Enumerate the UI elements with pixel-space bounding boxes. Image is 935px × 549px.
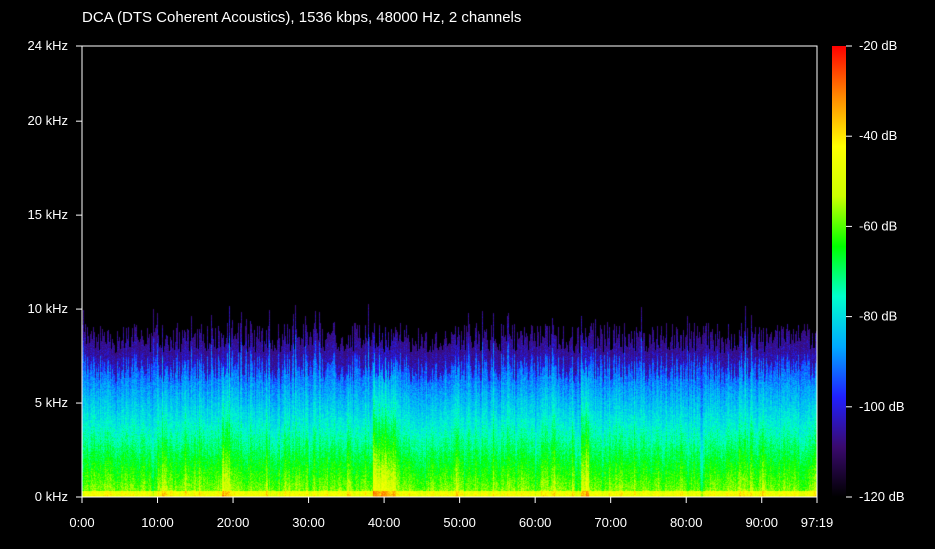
x-tick-label: 0:00 — [69, 515, 94, 530]
x-tick-label: 60:00 — [519, 515, 552, 530]
colorbar-axis: -20 dB -40 dB -60 dB -80 dB -100 dB -120 dB — [846, 38, 905, 504]
colorbar-tick-label: -60 dB — [859, 218, 897, 233]
colorbar-gradient — [832, 46, 846, 497]
colorbar-tick-label: -20 dB — [859, 38, 897, 53]
x-tick-label: 20:00 — [217, 515, 250, 530]
colorbar-tick-label: -120 dB — [859, 489, 905, 504]
y-tick-label: 15 kHz — [28, 207, 68, 222]
colorbar — [832, 46, 846, 497]
x-tick-label: 10:00 — [141, 515, 174, 530]
x-tick-label: 40:00 — [368, 515, 401, 530]
plot-border — [81, 45, 818, 498]
x-tick-label: 30:00 — [292, 515, 325, 530]
y-tick-label: 10 kHz — [28, 301, 68, 316]
y-tick-label: 5 kHz — [35, 395, 68, 410]
colorbar-tick-label: -40 dB — [859, 128, 897, 143]
x-tick-label: 70:00 — [594, 515, 627, 530]
x-tick-label: 97:19 — [801, 515, 834, 530]
x-tick-label: 90:00 — [745, 515, 778, 530]
colorbar-tick-label: -80 dB — [859, 309, 897, 324]
y-tick-label: 20 kHz — [28, 113, 68, 128]
chart-axes: 0 kHz 5 kHz 10 kHz 15 kHz 20 kHz 24 kHz 0:00 1… — [28, 38, 905, 530]
x-tick-label: 50:00 — [443, 515, 476, 530]
x-axis: 0:00 10:00 20:00 30:00 40:00 50:00 60:00 70:00 8… — [69, 497, 833, 530]
y-tick-label: 24 kHz — [28, 38, 68, 53]
y-axis: 0 kHz 5 kHz 10 kHz 15 kHz 20 kHz 24 kHz — [28, 38, 82, 504]
x-tick-label: 80:00 — [670, 515, 703, 530]
y-tick-label: 0 kHz — [35, 489, 68, 504]
plot-frame — [81, 45, 818, 498]
colorbar-tick-label: -100 dB — [859, 399, 905, 414]
